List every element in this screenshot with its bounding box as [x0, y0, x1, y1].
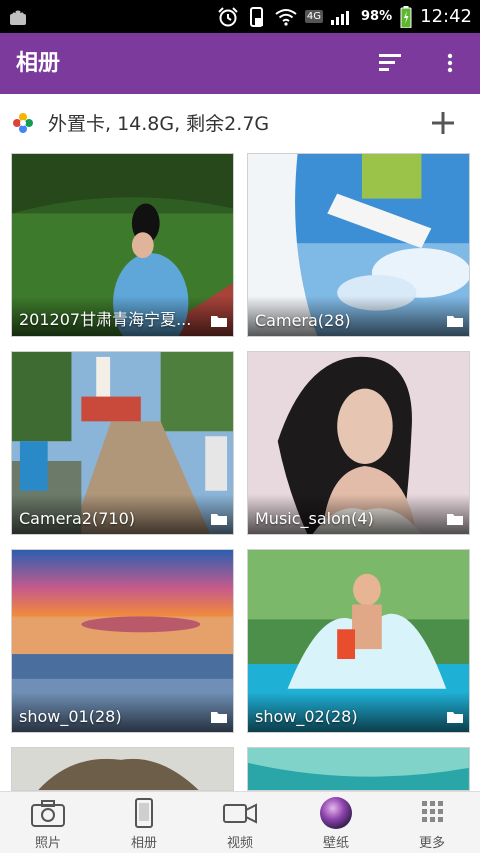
gallery-logo-icon [13, 113, 33, 133]
folder-icon [447, 514, 463, 525]
nav-label: 壁纸 [322, 836, 349, 851]
album-tile[interactable]: Camera2(710) [11, 351, 234, 535]
signal-icon [331, 10, 349, 25]
storage-header: 外置卡, 14.8G, 剩余2.7G [0, 94, 480, 152]
album-tile[interactable] [247, 747, 470, 791]
alarm-icon [218, 6, 238, 26]
album-tile[interactable]: Camera(28) [247, 153, 470, 337]
album-name: show_02(28) [255, 707, 358, 726]
album-thumbnail [248, 748, 469, 790]
overflow-menu-icon[interactable] [437, 47, 463, 79]
page-title: 相册 [16, 51, 61, 76]
album-tile[interactable]: 201207甘肃青海宁夏... [11, 153, 234, 337]
storage-label: 外置卡, 14.8G, 剩余2.7G [48, 113, 270, 135]
album-name: 201207甘肃青海宁夏... [19, 310, 192, 329]
nav-item-more[interactable]: 更多 [384, 792, 480, 853]
nav-item-albums[interactable]: 相册 [96, 792, 192, 853]
folder-icon [211, 514, 227, 525]
album-name: Music_salon(4) [255, 509, 374, 528]
android-notification-icon [10, 10, 26, 25]
network-type: 4G [304, 10, 323, 23]
folder-icon [211, 712, 227, 723]
wifi-icon [275, 8, 297, 26]
nav-label: 视频 [226, 836, 253, 851]
folder-icon [211, 316, 227, 327]
clock: 12:42 [420, 6, 472, 27]
camera-icon [31, 800, 65, 827]
phone-album-icon [135, 798, 153, 828]
album-tile[interactable]: show_01(28) [11, 549, 234, 733]
album-name: Camera2(710) [19, 509, 135, 528]
album-name: Camera(28) [255, 311, 351, 330]
wallpaper-icon [320, 797, 352, 829]
album-thumbnail [12, 748, 233, 790]
status-bar: 4G 98% 12:42 [0, 0, 480, 33]
battery-percent: 98% [361, 9, 393, 24]
album-tile[interactable] [11, 747, 234, 791]
album-name: show_01(28) [19, 707, 122, 726]
folder-icon [447, 316, 463, 327]
album-tile[interactable]: Music_salon(4) [247, 351, 470, 535]
folder-icon [447, 712, 463, 723]
nav-label: 更多 [418, 836, 445, 851]
album-tile[interactable]: show_02(28) [247, 549, 470, 733]
action-bar: 相册 [0, 33, 480, 94]
sort-icon[interactable] [376, 47, 408, 79]
nav-item-videos[interactable]: 视频 [192, 792, 288, 853]
video-icon [223, 803, 257, 824]
phone-vibrate-icon [249, 6, 263, 27]
bottom-navigation: 照片 相册 视频 壁纸 更多 [0, 791, 480, 853]
nav-label: 照片 [34, 836, 61, 851]
nav-item-photos[interactable]: 照片 [0, 792, 96, 853]
plus-icon[interactable] [428, 108, 458, 138]
nav-item-wallpaper[interactable]: 壁纸 [288, 792, 384, 853]
grid-more-icon [422, 801, 443, 822]
nav-label: 相册 [130, 836, 157, 851]
battery-icon [400, 5, 412, 28]
